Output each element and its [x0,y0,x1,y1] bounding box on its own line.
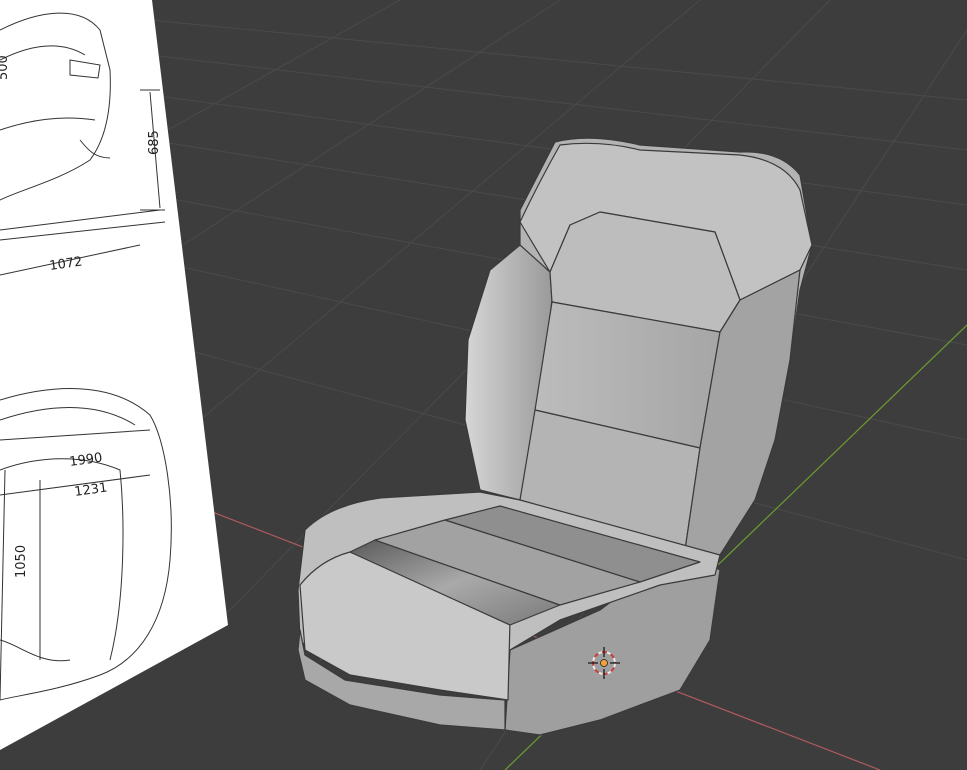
origin-point-icon [600,659,608,667]
dimension-500: 500 [0,55,11,80]
dimension-1050: 1050 [14,545,29,578]
dimension-685: 685 [147,130,162,155]
3d-viewport[interactable]: 500 685 1072 1990 1231 1050 [0,0,967,770]
